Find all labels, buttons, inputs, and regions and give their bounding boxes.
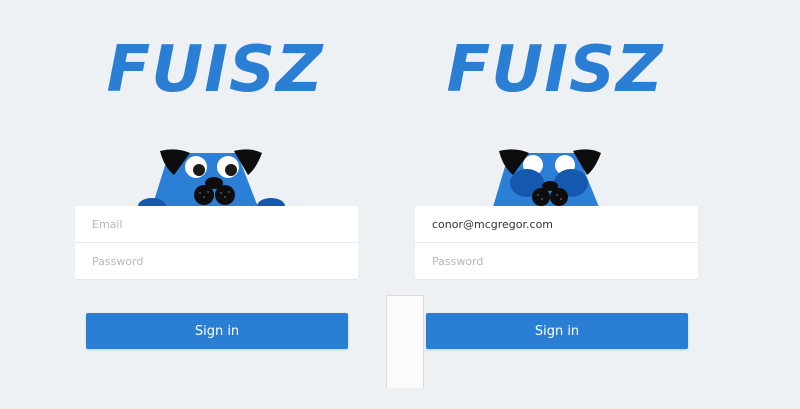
sign-in-button[interactable]: Sign in [426,313,688,349]
email-field[interactable] [415,206,698,242]
email-field[interactable] [75,206,358,242]
logo: FUISZ [446,33,664,107]
password-field[interactable] [75,243,358,279]
logo: FUISZ [106,33,324,107]
login-panel-right: FUISZ Sign in [365,0,745,409]
login-form [415,206,698,279]
login-form [75,206,358,279]
login-panel-left: FUISZ Sign in [25,0,405,409]
sign-in-button[interactable]: Sign in [86,313,348,349]
password-field[interactable] [415,243,698,279]
